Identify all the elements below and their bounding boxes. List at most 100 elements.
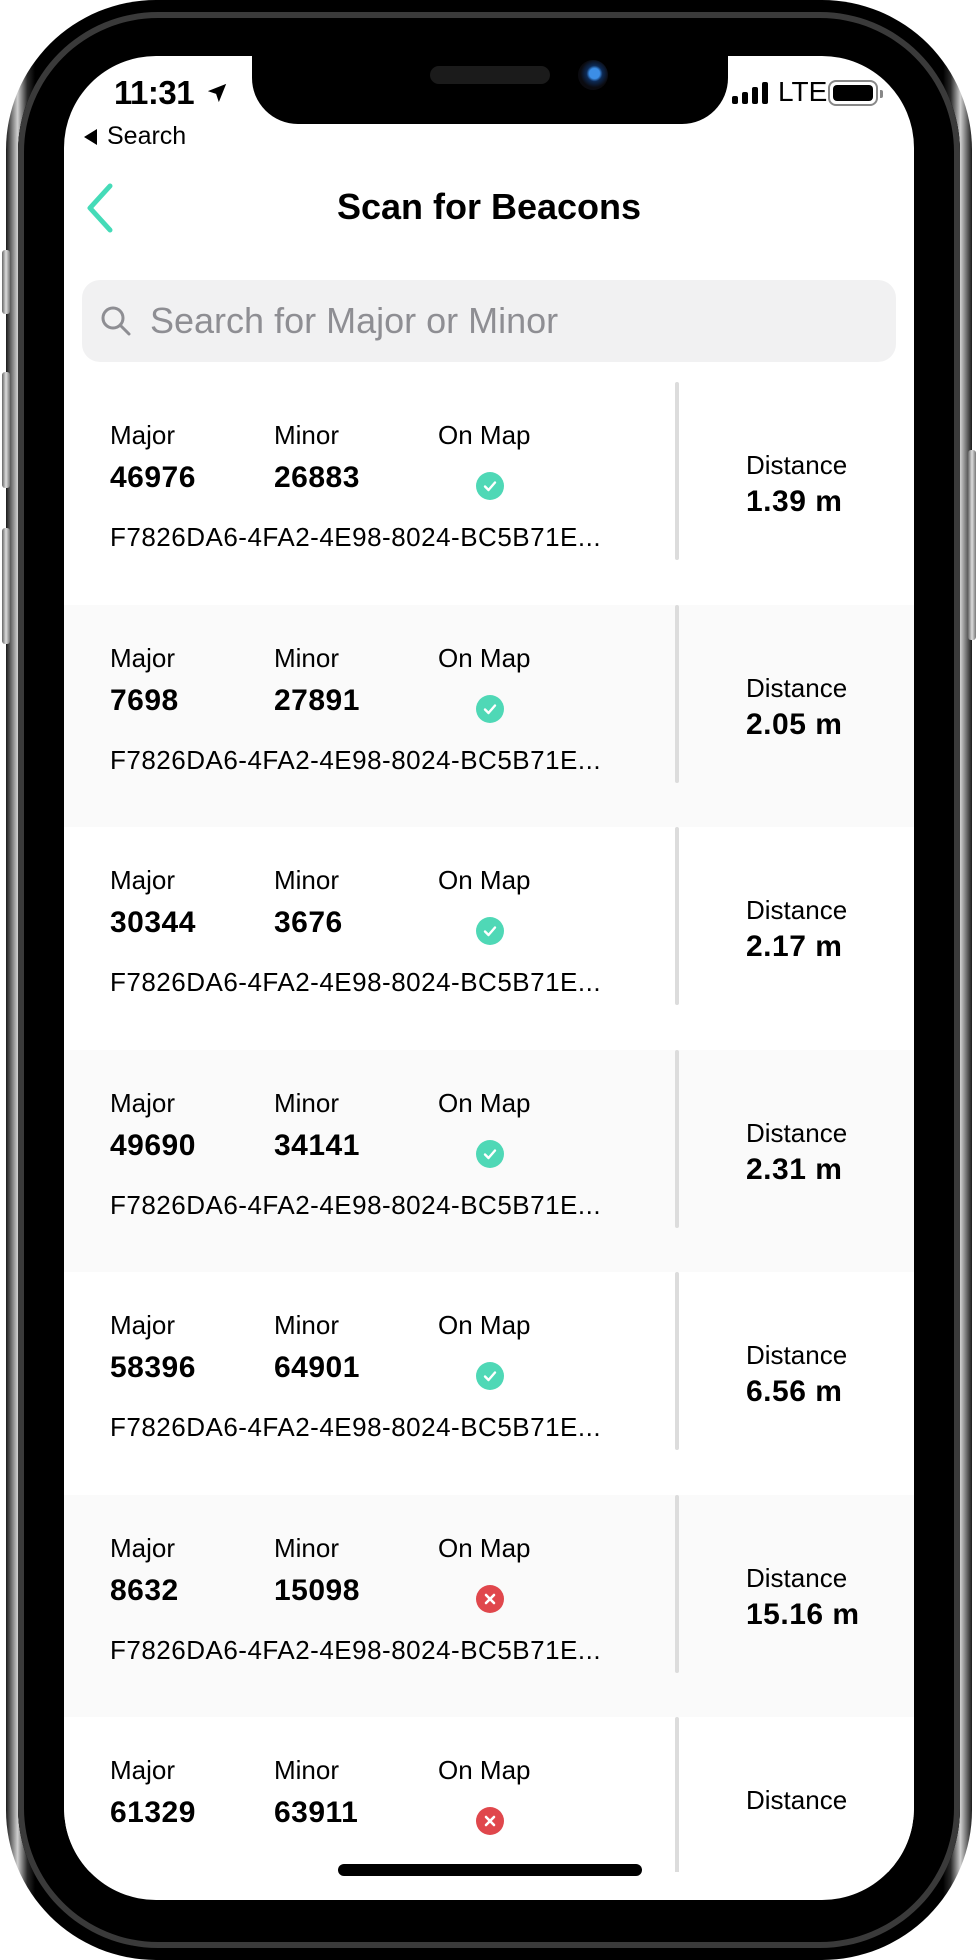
on-map-label: On Map <box>438 1755 531 1785</box>
distance-column: Distance 2.17 m <box>746 895 847 964</box>
battery-icon <box>828 80 883 106</box>
on-map-label: On Map <box>438 865 531 895</box>
minor-value: 63911 <box>274 1796 359 1829</box>
beacon-uuid: F7826DA6-4FA2-4E98-8024-BC5B71E... <box>110 1412 602 1442</box>
front-camera <box>578 60 608 90</box>
minor-value: 15098 <box>274 1573 360 1607</box>
row-divider <box>675 827 679 1005</box>
on-map-label: On Map <box>438 1087 531 1118</box>
x-circle-icon <box>476 1584 504 1613</box>
on-map-label: On Map <box>438 420 531 450</box>
major-label: Major <box>110 1310 176 1340</box>
distance-column: Distance 15.16 m <box>746 1563 860 1632</box>
on-map-column: On Map <box>438 1533 531 1564</box>
major-value: 61329 <box>110 1796 196 1829</box>
beacon-row[interactable]: Major 58396 Minor 64901 On Map F7826DA6-… <box>64 1272 914 1495</box>
minor-column: Minor 63911 <box>274 1755 358 1830</box>
minor-column: Minor 27891 <box>274 643 360 718</box>
minor-label: Minor <box>274 420 340 450</box>
distance-value: 2.05 m <box>746 707 843 741</box>
speaker-grille <box>430 66 550 84</box>
minor-label: Minor <box>274 1532 340 1563</box>
major-column: Major 46976 <box>110 420 196 495</box>
distance-value: 2.31 m <box>746 1152 843 1186</box>
distance-label: Distance <box>746 1785 848 1815</box>
distance-value: 15.16 m <box>746 1597 860 1631</box>
minor-value: 34141 <box>274 1128 360 1162</box>
cellular-signal-icon <box>732 82 768 104</box>
search-icon <box>101 306 131 336</box>
major-column: Major 30344 <box>110 865 196 940</box>
distance-label: Distance <box>746 450 848 480</box>
check-circle-icon <box>476 694 504 723</box>
major-value: 8632 <box>110 1573 179 1607</box>
minor-column: Minor 34141 <box>274 1088 360 1163</box>
volume-down-button <box>2 528 10 644</box>
major-column: Major 61329 <box>110 1755 196 1830</box>
on-map-column: On Map <box>438 420 531 451</box>
major-label: Major <box>110 420 176 450</box>
distance-value: 1.39 m <box>746 485 843 518</box>
check-circle-icon <box>476 917 504 945</box>
major-column: Major 8632 <box>110 1533 179 1608</box>
distance-column: Distance 6.56 m <box>746 1340 847 1409</box>
beacon-uuid: F7826DA6-4FA2-4E98-8024-BC5B71E... <box>110 1634 602 1665</box>
major-value: 58396 <box>110 1351 196 1384</box>
battery-fill <box>833 85 873 101</box>
page-title: Scan for Beacons <box>336 186 642 227</box>
minor-value: 3676 <box>274 906 343 939</box>
minor-column: Minor 64901 <box>274 1310 360 1385</box>
home-indicator[interactable] <box>338 1864 642 1876</box>
notch <box>252 56 728 124</box>
location-arrow-icon <box>207 83 227 103</box>
search-bar[interactable] <box>82 280 896 362</box>
back-to-app-link[interactable]: Search <box>84 122 186 151</box>
major-label: Major <box>110 1755 176 1785</box>
distance-value: 6.56 m <box>746 1375 843 1408</box>
beacon-row[interactable]: Major 8632 Minor 15098 On Map F7826DA6-4… <box>64 1494 914 1717</box>
minor-column: Minor 15098 <box>274 1533 360 1608</box>
major-column: Major 58396 <box>110 1310 196 1385</box>
distance-column: Distance 2.31 m <box>746 1118 847 1187</box>
on-map-column: On Map <box>438 1088 531 1119</box>
beacon-row[interactable]: Major 30344 Minor 3676 On Map F7826DA6-4… <box>64 827 914 1050</box>
minor-value: 64901 <box>274 1351 360 1384</box>
distance-label: Distance <box>746 1117 848 1148</box>
minor-value: 26883 <box>274 461 360 494</box>
app-screen: 11:31 Search LTE Scan for Beacons Major … <box>64 56 914 1900</box>
distance-column: Distance 1.39 m <box>746 450 847 519</box>
minor-label: Minor <box>274 1087 340 1118</box>
row-divider <box>675 1272 679 1450</box>
back-app-label: Search <box>107 122 187 150</box>
distance-label: Distance <box>746 1562 848 1593</box>
distance-value: 2.17 m <box>746 930 843 963</box>
status-time: 11:31 <box>114 74 195 111</box>
volume-up-button <box>2 372 10 488</box>
major-label: Major <box>110 1532 176 1563</box>
distance-column: Distance 2.05 m <box>746 673 847 742</box>
check-circle-icon <box>476 472 504 500</box>
beacon-uuid: F7826DA6-4FA2-4E98-8024-BC5B71E... <box>110 744 602 775</box>
on-map-column: On Map <box>438 1310 531 1341</box>
search-input[interactable] <box>150 300 850 342</box>
row-divider <box>675 1049 679 1228</box>
major-value: 46976 <box>110 461 196 494</box>
row-divider <box>675 1717 679 1872</box>
on-map-label: On Map <box>438 1310 531 1340</box>
beacon-row[interactable]: Major 7698 Minor 27891 On Map F7826DA6-4… <box>64 604 914 827</box>
row-divider <box>675 382 679 560</box>
beacon-row[interactable]: Major 49690 Minor 34141 On Map F7826DA6-… <box>64 1049 914 1272</box>
check-circle-icon <box>476 1139 504 1168</box>
major-label: Major <box>110 642 176 673</box>
row-divider <box>675 604 679 783</box>
beacon-row[interactable]: Major 46976 Minor 26883 On Map F7826DA6-… <box>64 382 914 605</box>
minor-column: Minor 26883 <box>274 420 360 495</box>
major-value: 7698 <box>110 683 179 717</box>
mute-switch <box>2 250 10 314</box>
on-map-column: On Map <box>438 865 531 896</box>
beacon-list[interactable]: Major 46976 Minor 26883 On Map F7826DA6-… <box>64 382 914 1872</box>
major-value: 30344 <box>110 906 196 939</box>
major-column: Major 49690 <box>110 1088 196 1163</box>
battery-nub <box>880 90 883 98</box>
beacon-row[interactable]: Major 61329 Minor 63911 On Map Distance <box>64 1717 914 1872</box>
